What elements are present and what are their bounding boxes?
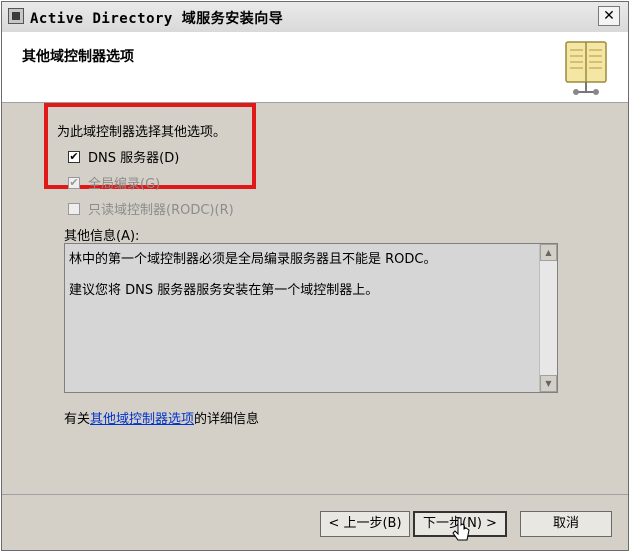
info-line: 林中的第一个域控制器必须是全局编录服务器且不能是 RODC。: [69, 252, 437, 267]
wizard-content: 为此域控制器选择其他选项。 ✔ DNS 服务器(D) ✔ 全局编录(G) 只读域…: [2, 103, 628, 493]
title-bar: Active Directory 域服务安装向导 ✕: [2, 2, 628, 33]
global-catalog-option: ✔ 全局编录(G): [68, 173, 160, 192]
window-title: Active Directory 域服务安装向导: [30, 11, 284, 27]
vertical-scrollbar[interactable]: ▲ ▼: [539, 244, 557, 392]
additional-info-textarea[interactable]: 林中的第一个域控制器必须是全局编录服务器且不能是 RODC。 建议您将 DNS …: [64, 243, 558, 393]
page-title: 其他域控制器选项: [22, 49, 134, 65]
global-catalog-checkbox: ✔: [68, 175, 80, 189]
close-button[interactable]: ✕: [598, 6, 620, 26]
dns-server-option[interactable]: ✔ DNS 服务器(D): [68, 147, 179, 166]
scroll-down-icon[interactable]: ▼: [540, 375, 557, 392]
more-info-suffix: 的详细信息: [194, 412, 260, 427]
cancel-button[interactable]: 取消: [520, 511, 612, 537]
global-catalog-label: 全局编录(G): [88, 177, 161, 192]
more-info-text: 有关其他域控制器选项的详细信息: [64, 408, 259, 427]
info-text: 林中的第一个域控制器必须是全局编录服务器且不能是 RODC。 建议您将 DNS …: [69, 248, 537, 310]
options-prompt: 为此域控制器选择其他选项。: [57, 125, 227, 140]
wizard-window: Active Directory 域服务安装向导 ✕ 其他域控制器选项 为此域控…: [1, 1, 629, 551]
rodc-option: 只读域控制器(RODC)(R): [68, 199, 234, 218]
dns-server-checkbox[interactable]: ✔: [68, 150, 80, 163]
scroll-up-icon[interactable]: ▲: [540, 244, 557, 261]
back-button[interactable]: < 上一步(B): [320, 511, 410, 537]
info-line: 建议您将 DNS 服务器服务安装在第一个域控制器上。: [69, 283, 379, 298]
dns-server-label: DNS 服务器(D): [88, 151, 180, 166]
wizard-footer: < 上一步(B) 下一步(N) > 取消: [2, 494, 628, 551]
rodc-label: 只读域控制器(RODC)(R): [88, 203, 234, 218]
mouse-cursor-icon: [452, 517, 470, 541]
wizard-header: 其他域控制器选项: [2, 32, 628, 103]
more-info-prefix: 有关: [64, 412, 91, 427]
rodc-checkbox: [68, 202, 80, 215]
info-label: 其他信息(A):: [64, 229, 140, 244]
close-icon: ✕: [603, 8, 615, 24]
book-icon: [565, 41, 607, 95]
more-info-link[interactable]: 其他域控制器选项: [90, 412, 194, 427]
app-icon: [8, 8, 24, 24]
